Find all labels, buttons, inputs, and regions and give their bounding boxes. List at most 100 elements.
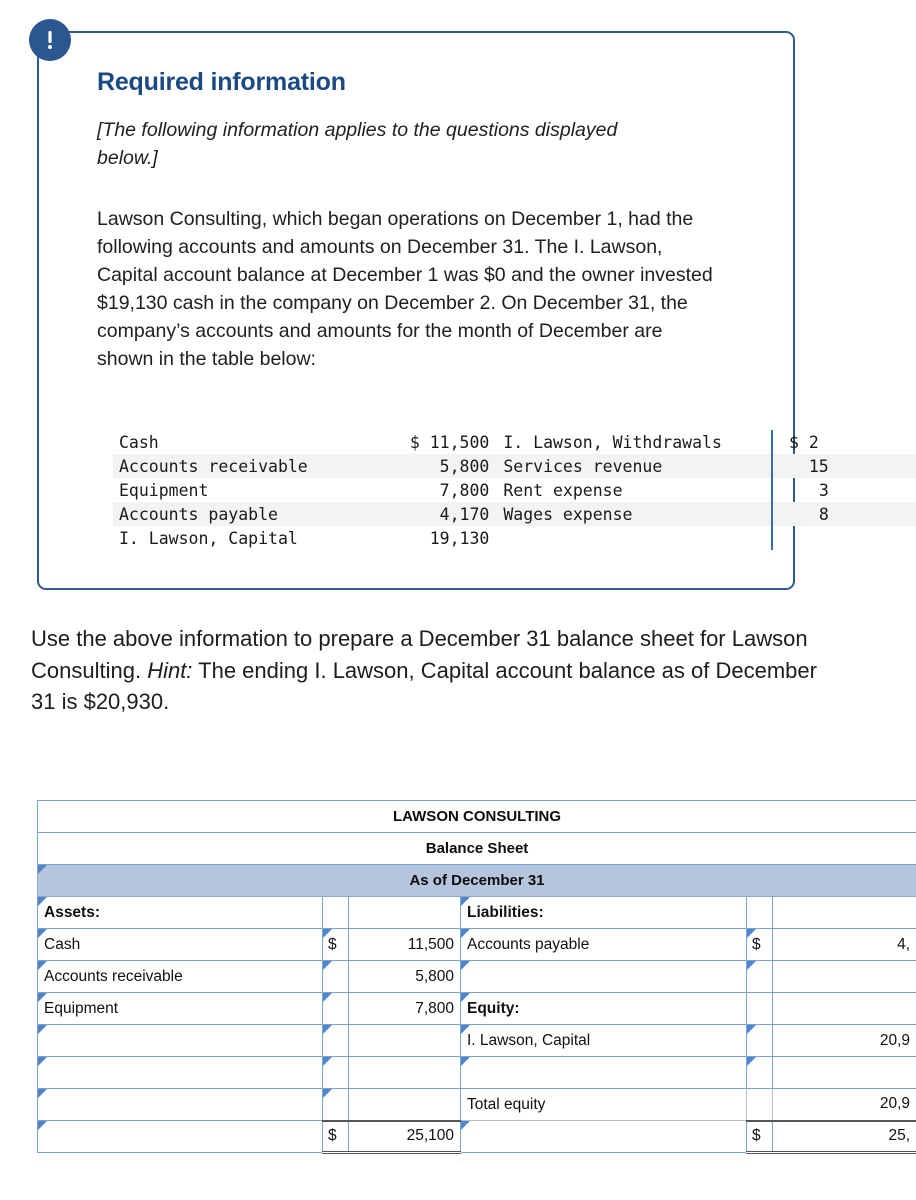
total-equity-value-cell: 20,9 <box>771 1088 916 1121</box>
total-assets-label-cell[interactable] <box>37 1120 323 1153</box>
account-name-left: Accounts receivable <box>113 454 385 478</box>
total-liab-equity-currency-cell: $ <box>746 1119 773 1154</box>
period-cell[interactable]: As of December 31 <box>36 864 916 897</box>
total-liab-equity-label-cell[interactable] <box>460 1120 747 1153</box>
amount-left: 11,500 <box>429 432 490 452</box>
asset-value-cell[interactable] <box>348 1088 461 1121</box>
account-amount-right: 8 <box>771 502 916 526</box>
page-title: Required information <box>97 68 346 96</box>
total-liab-equity-value-cell: 25, <box>771 1119 916 1154</box>
asset-label-cell[interactable]: Accounts receivable <box>37 960 323 993</box>
liability-currency-cell[interactable]: $ <box>746 928 773 961</box>
worksheet-header-statement: Balance Sheet <box>36 832 916 865</box>
equity-currency-cell[interactable] <box>746 1024 773 1057</box>
account-name-left: Equipment <box>119 480 209 500</box>
asset-label-cell[interactable] <box>37 1088 323 1121</box>
asset-value-cell[interactable] <box>348 1024 461 1057</box>
applies-note: [The following information applies to th… <box>97 119 618 169</box>
liabilities-currency-cell[interactable] <box>746 896 773 929</box>
assets-currency-cell[interactable] <box>322 896 349 929</box>
total-assets-currency-cell: $ <box>322 1119 349 1154</box>
asset-label-cell[interactable]: Cash <box>37 928 323 961</box>
exclamation-icon <box>29 19 71 61</box>
account-amount-left: 19,130 <box>429 528 490 548</box>
table-row: $ 25,100 $ 25, <box>37 1119 916 1154</box>
total-assets-value-cell: 25,100 <box>348 1119 461 1154</box>
statement-name-cell: Balance Sheet <box>36 832 916 865</box>
balance-sheet-worksheet: LAWSON CONSULTING Balance Sheet As of De… <box>36 800 916 1154</box>
account-name-right: Rent expense <box>503 480 623 500</box>
account-name-right <box>495 526 772 550</box>
account-amount-right: 3 <box>771 478 916 502</box>
asset-value-cell[interactable]: 5,800 <box>348 960 461 993</box>
account-name-left: Cash <box>119 432 159 452</box>
worksheet-header-period: As of December 31 <box>36 864 916 897</box>
liability-value-cell[interactable]: 4, <box>771 928 916 961</box>
balance-sheet-table: LAWSON CONSULTING Balance Sheet As of De… <box>36 800 916 1154</box>
asset-currency-cell[interactable] <box>322 992 349 1025</box>
account-amount-left: 5,800 <box>384 454 496 478</box>
asset-currency-cell[interactable]: $ <box>322 928 349 961</box>
currency-symbol-right: $ <box>789 432 799 452</box>
account-name-right: Wages expense <box>495 502 772 526</box>
account-amount-left: 7,800 <box>439 480 490 500</box>
asset-currency-cell[interactable] <box>322 960 349 993</box>
asset-currency-cell[interactable] <box>322 1088 349 1121</box>
table-row: Cash $ 11,500 I. Lawson, Withdrawals $ 2 <box>113 430 916 454</box>
amount-right: 8 <box>818 504 829 524</box>
equity-label-cell[interactable] <box>460 1056 747 1089</box>
table-row: Accounts payable 4,170 Wages expense 8 <box>113 502 916 526</box>
asset-currency-cell[interactable] <box>322 1024 349 1057</box>
total-equity-currency-cell <box>746 1088 773 1121</box>
table-row <box>37 1056 916 1089</box>
worksheet-header-company: LAWSON CONSULTING <box>36 800 916 833</box>
question-prompt: Use the above information to prepare a D… <box>31 623 831 718</box>
liabilities-header-cell[interactable]: Liabilities: <box>460 896 747 929</box>
equity-currency-cell[interactable] <box>746 1056 773 1089</box>
equity-value-cell[interactable]: 20,9 <box>771 1024 916 1057</box>
amount-right: 3 <box>818 480 829 500</box>
liability-currency-cell[interactable] <box>746 960 773 993</box>
table-row: Equipment 7,800 Equity: <box>37 992 916 1025</box>
table-row: I. Lawson, Capital 19,130 <box>113 526 916 550</box>
liability-label-cell[interactable]: Accounts payable <box>460 928 747 961</box>
table-row: Equipment 7,800 Rent expense 3 <box>113 478 916 502</box>
table-row: Total equity 20,9 <box>37 1088 916 1121</box>
asset-label-cell[interactable] <box>37 1056 323 1089</box>
asset-value-cell[interactable]: 7,800 <box>348 992 461 1025</box>
equity-label-cell[interactable]: I. Lawson, Capital <box>460 1024 747 1057</box>
account-amount-right <box>771 526 916 550</box>
account-name-left: Accounts payable <box>113 502 385 526</box>
table-row: I. Lawson, Capital 20,9 <box>37 1024 916 1057</box>
equity-value-cell[interactable] <box>771 1056 916 1089</box>
equity-currency-cell[interactable] <box>746 992 773 1025</box>
table-row: Accounts receivable 5,800 <box>37 960 916 993</box>
accounts-amounts-table: Cash $ 11,500 I. Lawson, Withdrawals $ 2… <box>113 430 916 550</box>
amount-right: 15 <box>808 456 829 476</box>
card-content: Required information [The following info… <box>97 67 777 374</box>
equity-value-cell[interactable] <box>771 992 916 1025</box>
asset-label-cell[interactable]: Equipment <box>37 992 323 1025</box>
page-root: Required information [The following info… <box>0 0 916 1200</box>
asset-value-cell[interactable]: 11,500 <box>348 928 461 961</box>
account-amount-right: 15 <box>771 454 916 478</box>
company-name-cell: LAWSON CONSULTING <box>36 800 916 833</box>
account-amount-left: 4,170 <box>384 502 496 526</box>
asset-label-cell[interactable] <box>37 1024 323 1057</box>
liability-label-cell[interactable] <box>460 960 747 993</box>
liabilities-value-cell[interactable] <box>771 896 916 929</box>
asset-currency-cell[interactable] <box>322 1056 349 1089</box>
total-equity-label-cell: Total equity <box>460 1088 747 1121</box>
account-amount-right: $ 2 <box>771 430 916 454</box>
accounts-table-body: Cash $ 11,500 I. Lawson, Withdrawals $ 2… <box>113 430 916 550</box>
liability-value-cell[interactable] <box>771 960 916 993</box>
account-amount-left: $ 11,500 <box>385 430 496 454</box>
assets-header-cell[interactable]: Assets: <box>37 896 323 929</box>
account-name-right: Services revenue <box>495 454 772 478</box>
asset-value-cell[interactable] <box>348 1056 461 1089</box>
assets-value-cell[interactable] <box>348 896 461 929</box>
table-row: Cash $ 11,500 Accounts payable $ 4, <box>37 928 916 961</box>
currency-symbol-left: $ <box>409 432 420 452</box>
account-name-right: I. Lawson, Withdrawals <box>503 432 722 452</box>
equity-header-cell[interactable]: Equity: <box>460 992 747 1025</box>
